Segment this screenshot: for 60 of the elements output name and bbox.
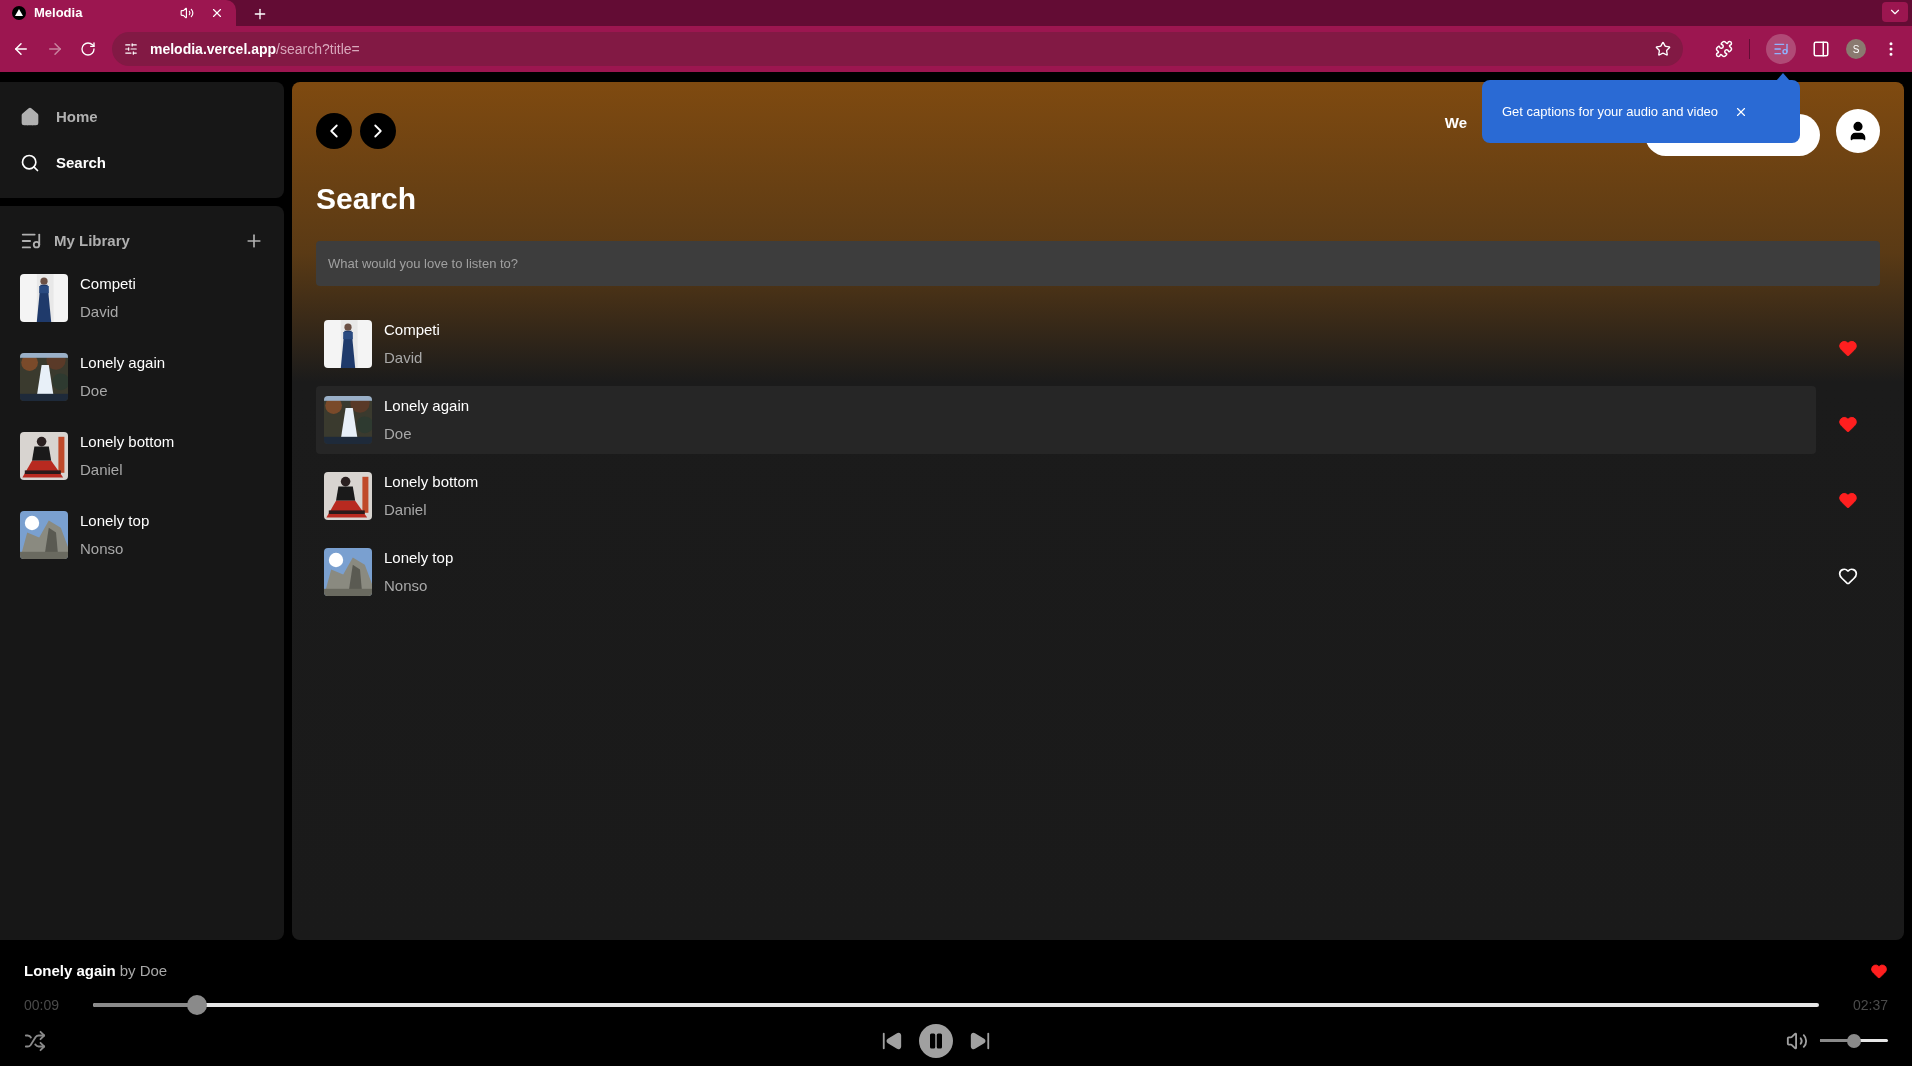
forward-button[interactable] — [360, 113, 396, 149]
artist-name: Nonso — [80, 539, 125, 559]
address-bar[interactable]: melodia.vercel.app/search?title= — [112, 32, 1683, 66]
progress-slider[interactable] — [93, 995, 1819, 1015]
close-icon[interactable] — [210, 6, 224, 20]
artist-name: David — [384, 348, 424, 368]
new-tab-icon[interactable] — [252, 6, 268, 22]
track-row[interactable]: Competi David — [316, 310, 1816, 378]
track-row[interactable]: Lonely bottom Daniel — [316, 462, 1816, 530]
elapsed-time: 00:09 — [24, 995, 61, 1015]
tab-search-button[interactable] — [1882, 2, 1908, 22]
song-title: Competi — [384, 319, 440, 340]
music-list-icon — [1773, 41, 1789, 57]
back-icon[interactable] — [12, 40, 30, 58]
song-title[interactable]: Lonely bottom — [80, 430, 175, 453]
pause-icon — [927, 1031, 945, 1050]
play-pause-button[interactable] — [919, 1023, 953, 1058]
reload-icon[interactable] — [80, 41, 96, 57]
artist-name: Nonso — [384, 576, 429, 596]
url-text: melodia.vercel.app/search?title= — [150, 39, 360, 59]
media-control-button[interactable] — [1766, 34, 1796, 64]
page-title: Search — [316, 181, 418, 217]
artist-name: David — [80, 302, 120, 322]
artist-name: Daniel — [384, 500, 428, 520]
extensions-icon[interactable] — [1715, 40, 1733, 58]
now-playing-artist: by Doe — [119, 961, 168, 981]
artist-name: Doe — [80, 381, 109, 401]
song-title: Lonely again — [384, 395, 470, 416]
track-row[interactable]: Lonely top Nonso — [316, 538, 1816, 606]
triangle-logo-icon — [12, 6, 26, 20]
popup-text: Get captions for your audio and video — [1502, 102, 1719, 121]
bookmark-star-icon[interactable] — [1655, 41, 1671, 57]
nav-link[interactable]: Home — [20, 105, 264, 128]
side-panel-icon[interactable] — [1812, 40, 1830, 58]
song-title: Lonely bottom — [384, 471, 479, 492]
volume-slider[interactable] — [1820, 1033, 1888, 1048]
heart-icon[interactable] — [1838, 566, 1858, 586]
nav-link[interactable]: Search — [20, 152, 264, 175]
now-playing-title: Lonely again — [24, 961, 116, 981]
back-button[interactable] — [316, 113, 352, 149]
artist-name: Daniel — [80, 460, 124, 480]
track-row[interactable]: Lonely again Doe — [316, 386, 1816, 454]
speaker-icon[interactable] — [180, 6, 194, 20]
song-title[interactable]: Lonely top — [80, 509, 150, 532]
search-icon — [20, 153, 40, 174]
account-button[interactable] — [1836, 109, 1880, 153]
profile-avatar[interactable]: S — [1846, 39, 1866, 59]
shuffle-icon[interactable] — [24, 1029, 46, 1052]
song-title[interactable]: Competi — [80, 272, 136, 295]
site-settings-icon[interactable] — [124, 42, 138, 56]
duration-time: 02:37 — [1851, 995, 1888, 1015]
welcome-text: We — [1444, 112, 1467, 133]
home-icon — [20, 106, 40, 127]
song-title: Lonely top — [384, 547, 454, 568]
search-field[interactable]: What would you love to listen to? — [316, 241, 1880, 286]
browser-tab[interactable]: Melodia — [0, 0, 236, 26]
artist-name: Doe — [384, 424, 413, 444]
forward-icon[interactable] — [46, 40, 64, 58]
song-title[interactable]: Lonely again — [80, 351, 166, 374]
library-title: My Library — [54, 231, 131, 251]
